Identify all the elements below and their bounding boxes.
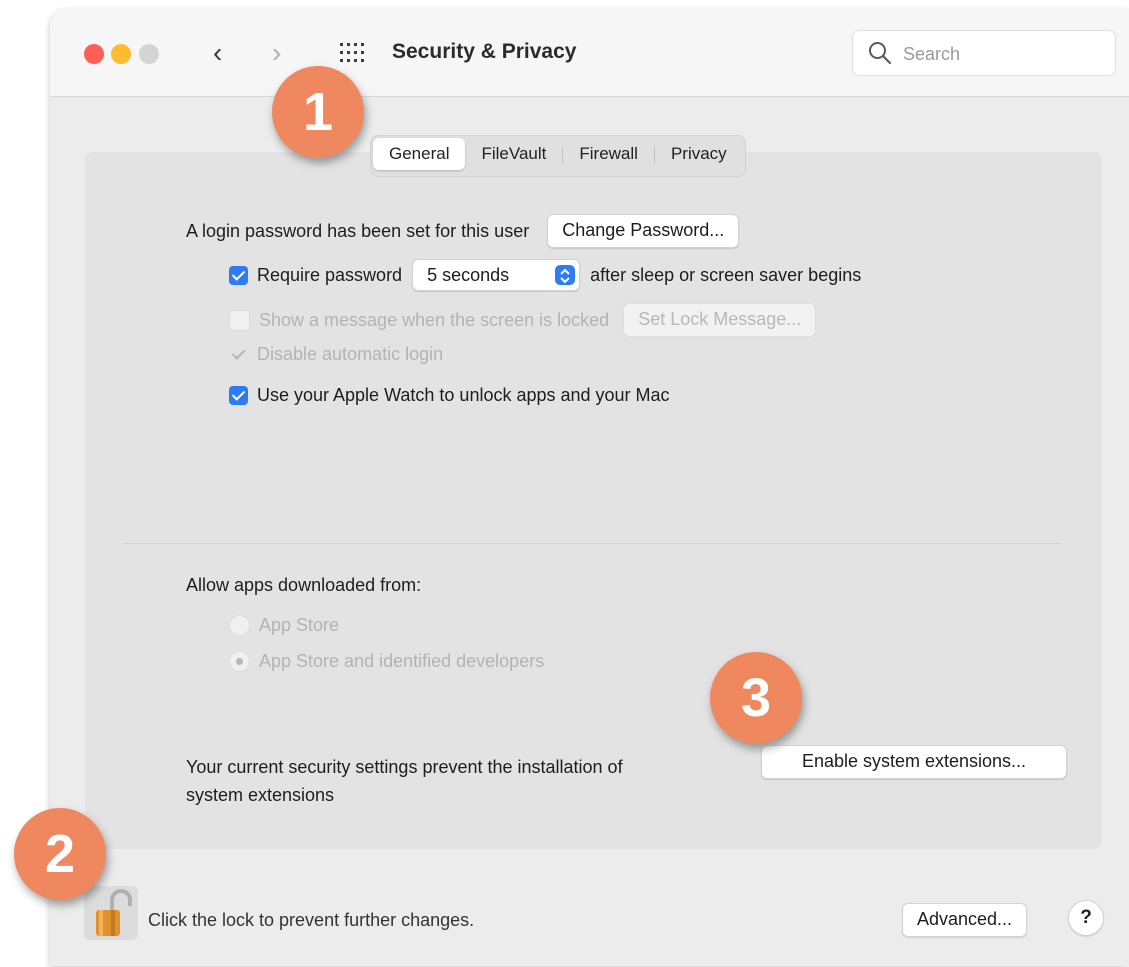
section-divider [122,543,1062,544]
apple-watch-checkbox[interactable] [229,386,248,405]
require-password-delay-select[interactable]: 5 seconds [412,259,581,291]
chevron-left-icon[interactable]: ‹ [213,38,222,68]
callout-badge-3: 3 [710,652,802,744]
change-password-button[interactable]: Change Password... [547,214,740,248]
apple-watch-label: Use your Apple Watch to unlock apps and … [257,385,670,405]
minimize-button[interactable] [111,44,131,64]
callout-badge-2: 2 [14,808,106,900]
extensions-message: Your current security settings prevent t… [186,753,623,809]
search-input[interactable] [901,41,1105,67]
advanced-button[interactable]: Advanced... [902,903,1028,937]
radio-label: App Store and identified developers [259,651,545,671]
apple-watch-row: Use your Apple Watch to unlock apps and … [229,385,670,406]
require-password-checkbox[interactable] [229,265,248,285]
show-message-label: Show a message when the screen is locked [259,309,610,330]
show-message-checkbox[interactable] [229,309,250,331]
window-title: Security & Privacy [392,40,577,63]
title-bar: ‹ › Security & Privacy [50,8,1129,97]
disable-auto-login-checkbox[interactable] [229,345,248,364]
enable-system-extensions-button[interactable]: Enable system extensions... [761,745,1067,779]
auto-login-row: Disable automatic login [229,344,443,365]
radio-app-store[interactable]: App Store [229,615,339,636]
set-lock-message-button[interactable]: Set Lock Message... [623,303,817,337]
callout-badge-1: 1 [272,66,364,158]
login-password-label: A login password has been set for this u… [186,220,530,241]
grid-icon[interactable] [340,43,364,63]
downloads-heading-label: Allow apps downloaded from: [186,575,422,595]
require-password-delay-value: 5 seconds [427,265,510,285]
tab-general[interactable]: General [373,138,466,170]
radio-identified-developers[interactable]: App Store and identified developers [229,651,544,672]
close-button[interactable] [84,44,104,64]
require-password-suffix: after sleep or screen saver begins [590,264,862,285]
require-password-row: Require password 5 seconds after sleep o… [229,259,861,291]
tab-bar: General FileVault Firewall Privacy [370,135,746,177]
lock-icon[interactable] [84,886,138,940]
chevron-right-icon[interactable]: › [272,38,281,68]
lock-message-row: Show a message when the screen is locked… [229,303,817,337]
preferences-window: ‹ › Security & Privacy General FileVault… [50,8,1129,966]
extensions-message-line: system extensions [186,785,335,805]
downloads-heading: Allow apps downloaded from: [186,575,421,596]
radio-label: App Store [259,615,340,635]
lock-status-text: Click the lock to prevent further change… [148,910,475,930]
login-password-row: A login password has been set for this u… [186,214,740,248]
tab-privacy[interactable]: Privacy [655,138,743,170]
radio-button[interactable] [229,651,250,672]
extensions-message-line: Your current security settings prevent t… [186,757,623,777]
search-icon [869,42,892,65]
require-password-label: Require password [257,264,403,285]
disable-auto-login-label: Disable automatic login [257,344,444,364]
tab-firewall[interactable]: Firewall [563,138,654,170]
tab-filevault[interactable]: FileVault [465,138,562,170]
stepper-icon [555,265,576,285]
search-box[interactable] [852,30,1116,76]
radio-button[interactable] [229,615,250,636]
help-button[interactable]: ? [1068,900,1104,936]
zoom-button[interactable] [139,44,159,64]
